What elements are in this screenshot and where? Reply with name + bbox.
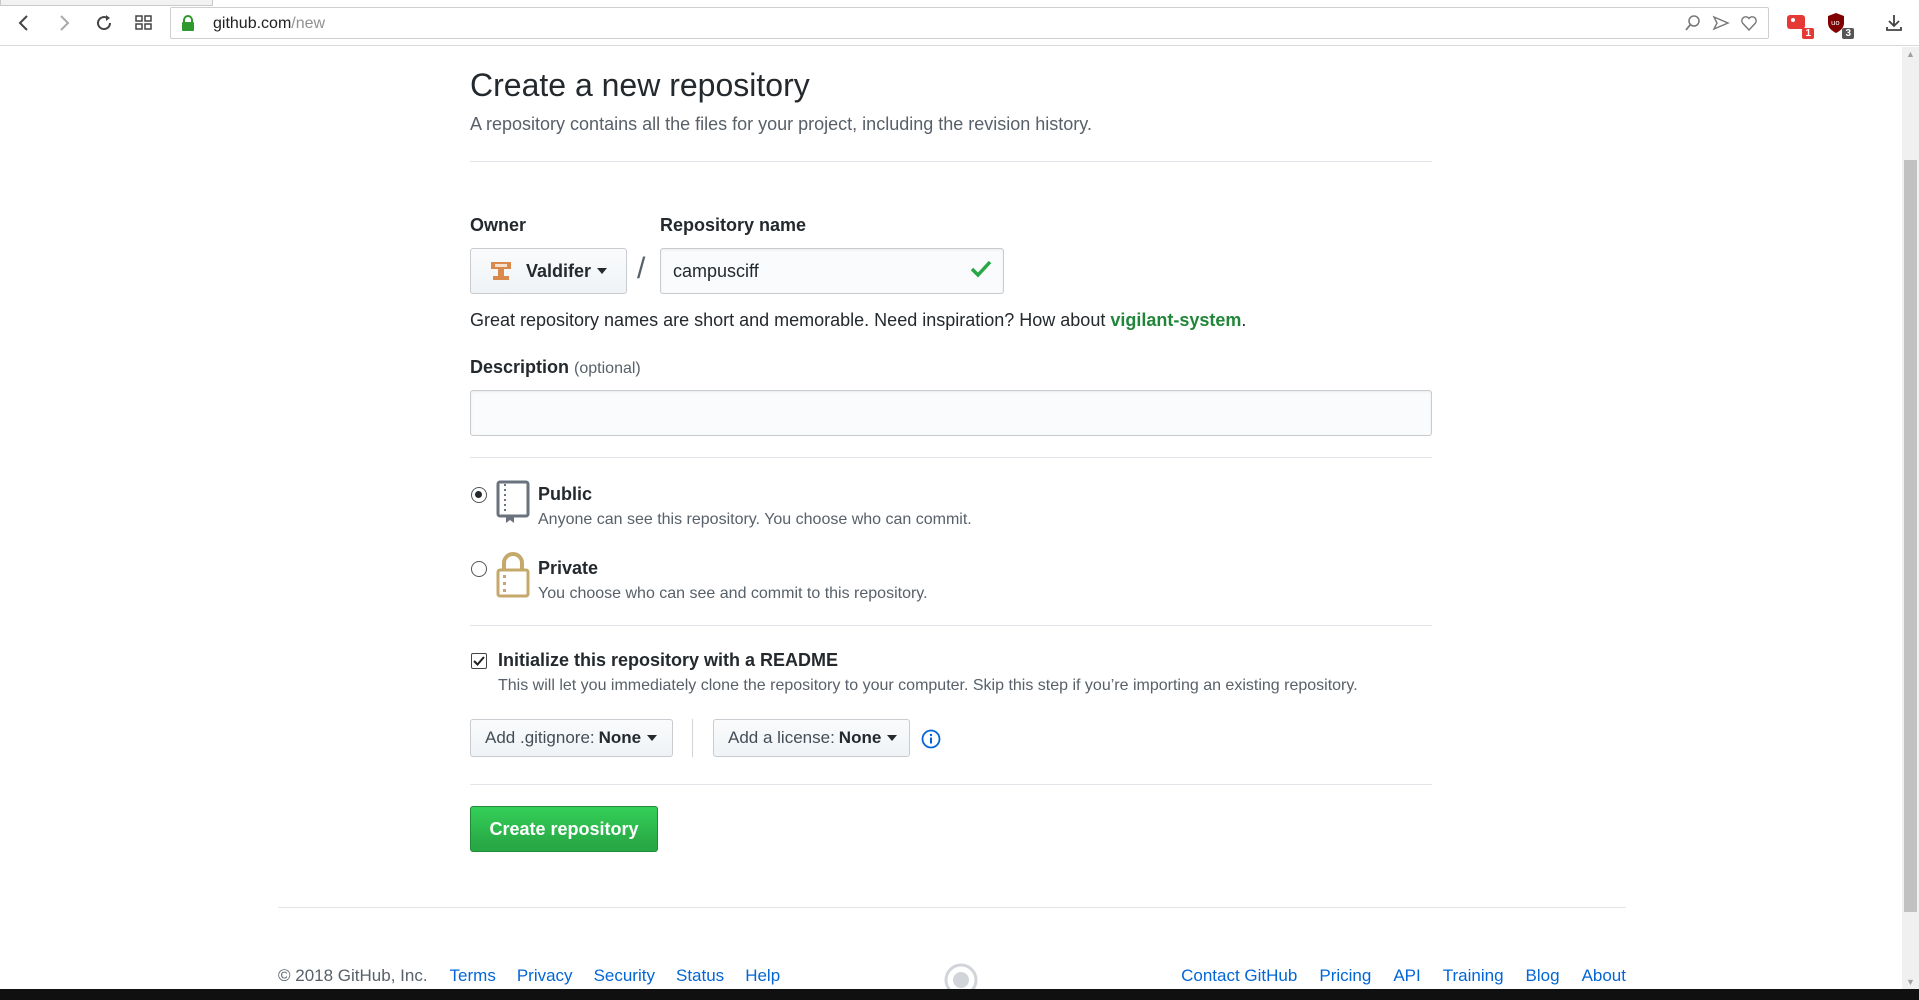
repository-name-hint: Great repository names are short and mem… [470,310,1246,331]
ublock-button[interactable]: uo 3 [1826,12,1854,39]
forward-button[interactable] [52,11,76,35]
readme-option-desc: This will let you immediately clone the … [498,677,1358,694]
public-option-title: Public [538,484,593,504]
divider [470,161,1432,162]
optional-tag: (optional) [574,360,641,377]
back-button[interactable] [12,11,36,35]
owner-name: Valdifer [526,260,592,281]
footer-link-pricing[interactable]: Pricing [1319,966,1371,986]
caret-down-icon [887,735,898,741]
license-label: Add a license: [728,728,835,747]
hint-suffix: . [1241,310,1247,330]
readme-option-title: Initialize this repository with a README [498,650,839,670]
address-bar-tools [1684,14,1758,32]
repository-name-input[interactable] [660,248,1004,294]
owner-label: Owner [470,215,527,235]
select-divider [692,719,693,757]
readme-checkbox[interactable] [471,653,487,669]
forward-arrow-icon [60,15,70,31]
tab-strip [0,0,213,6]
footer-left: © 2018 GitHub, Inc. Terms Privacy Securi… [278,966,801,986]
ublock-badge: 3 [1842,28,1854,39]
name-suggestion-link[interactable]: vigilant-system [1110,310,1241,330]
footer-link-privacy[interactable]: Privacy [517,966,573,986]
caret-down-icon [597,268,608,274]
divider [470,457,1432,458]
url-host: github.com [213,15,292,32]
public-option-desc: Anyone can see this repository. You choo… [538,511,972,528]
downloads-button[interactable] [1882,11,1906,35]
description-label-text: Description [470,357,570,377]
divider [470,625,1432,626]
repo-book-icon [496,480,530,523]
owner-select-button[interactable]: Valdifer [470,248,627,294]
reload-icon [97,15,112,31]
scroll-up-arrow-icon[interactable]: ▲ [1906,49,1915,59]
page-title: Create a new repository [470,67,810,103]
browser-toolbar: github.com/new 1 uo 3 [0,0,1919,46]
footer-divider [278,907,1626,908]
page-subtitle: A repository contains all the files for … [470,114,1092,134]
vertical-scrollbar[interactable]: ▲ ▼ [1902,47,1919,989]
caret-down-icon [647,735,658,741]
footer-link-contact[interactable]: Contact GitHub [1181,966,1297,986]
private-radio[interactable] [471,561,487,577]
gitignore-select-button[interactable]: Add .gitignore: None [470,719,673,757]
github-mark-icon[interactable] [944,963,978,991]
public-radio[interactable] [471,487,487,503]
secure-lock-icon [182,15,194,31]
footer-link-status[interactable]: Status [676,966,724,986]
extension-button-1[interactable]: 1 [1786,12,1814,39]
footer-link-help[interactable]: Help [745,966,780,986]
create-repository-button[interactable]: Create repository [470,806,658,852]
footer-link-blog[interactable]: Blog [1526,966,1560,986]
owner-repo-separator: / [637,252,646,285]
owner-avatar [491,262,511,280]
grid-icon [135,15,152,30]
url-text: github.com/new [213,15,325,33]
gitignore-value: None [598,728,642,747]
private-option-title: Private [538,558,599,578]
footer-link-security[interactable]: Security [594,966,655,986]
license-select-button[interactable]: Add a license: None [713,719,910,757]
copyright: © 2018 GitHub, Inc. [278,966,428,985]
license-value: None [838,728,882,747]
download-icon [1886,15,1902,31]
svg-text:uo: uo [1831,19,1840,27]
footer-link-training[interactable]: Training [1443,966,1504,986]
url-path: /new [291,15,326,32]
footer-link-api[interactable]: API [1393,966,1420,986]
os-taskbar [0,989,1919,1000]
speed-dial-button[interactable] [132,11,156,35]
scroll-down-arrow-icon[interactable]: ▼ [1906,977,1915,987]
hint-text: Great repository names are short and mem… [470,310,1111,330]
checkmark-icon [970,260,992,278]
reload-button[interactable] [92,11,116,35]
heart-icon[interactable] [1740,14,1758,32]
checkbox-check-icon [473,656,485,666]
divider [470,784,1432,785]
send-icon[interactable] [1712,14,1730,32]
description-label: Description (optional) [470,357,641,378]
footer-right: Contact GitHub Pricing API Training Blog… [1159,966,1626,986]
info-icon[interactable] [921,729,941,749]
extension-badge-1: 1 [1802,28,1814,39]
scrollbar-thumb[interactable] [1904,160,1917,912]
gitignore-label: Add .gitignore: [485,728,595,747]
zoom-icon[interactable] [1684,14,1702,32]
lock-icon [496,552,530,598]
footer-link-about[interactable]: About [1582,966,1626,986]
footer-link-terms[interactable]: Terms [450,966,496,986]
address-bar[interactable]: github.com/new [170,7,1769,39]
back-arrow-icon [18,15,28,31]
description-input[interactable] [470,390,1432,436]
private-option-desc: You choose who can see and commit to thi… [538,585,928,602]
repository-name-label: Repository name [660,215,807,235]
